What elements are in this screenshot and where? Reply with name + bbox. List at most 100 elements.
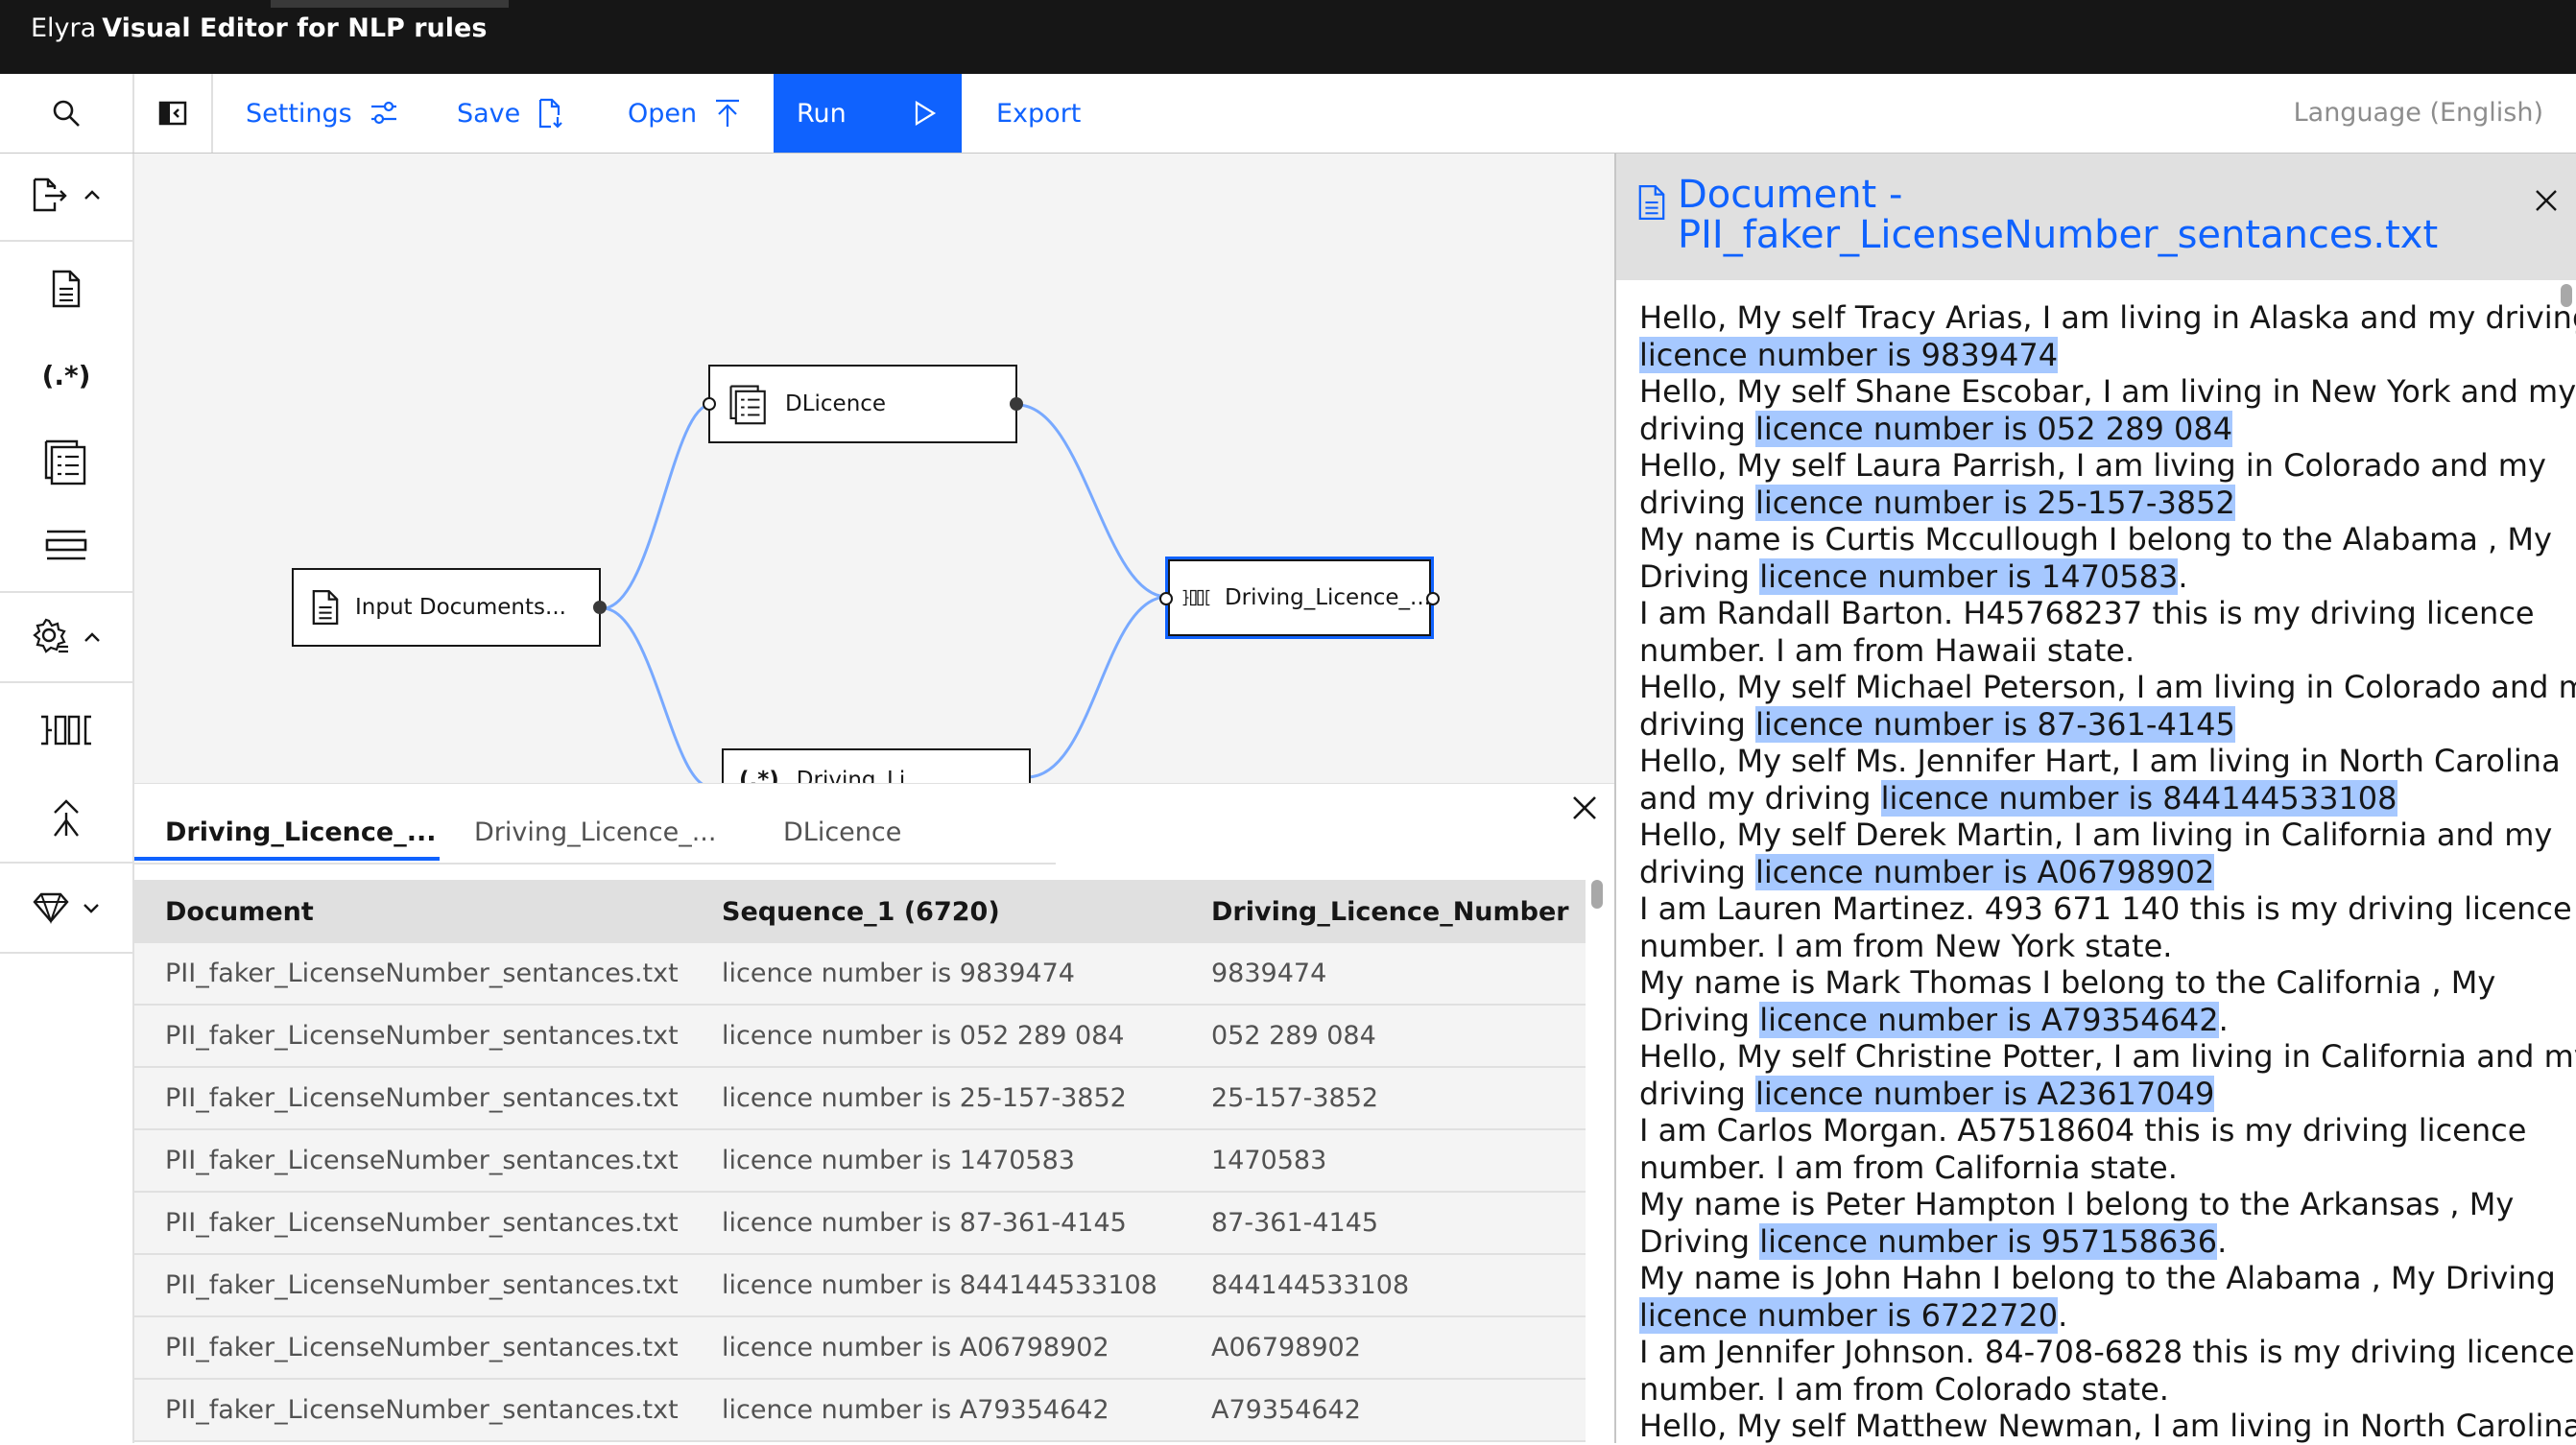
- document-text-span: My name is Curtis Mccullough I belong to…: [1639, 521, 2552, 557]
- search-button[interactable]: [0, 74, 134, 153]
- scrollbar[interactable]: [1591, 880, 1603, 909]
- document-line: Driving licence number is A79354642.: [1639, 1001, 2541, 1039]
- table-cell: A06798902: [1211, 1316, 1586, 1380]
- table-row[interactable]: PII_faker_LicenseNumber_sentances.txt lic…: [134, 1067, 1586, 1130]
- brand-prefix: Elyra: [31, 13, 97, 43]
- input-port[interactable]: [1159, 592, 1173, 605]
- settings-button[interactable]: Settings: [246, 74, 398, 153]
- document-line: Hello, My self Derek Martin, I am living…: [1639, 817, 2552, 854]
- node-driving-licence-sequence[interactable]: Driving_Licence_...: [1159, 557, 1440, 639]
- save-label: Save: [457, 98, 521, 129]
- table-cell: 1470583: [1211, 1129, 1586, 1193]
- table-cell: licence number is 844144533108: [722, 1254, 1211, 1317]
- document-line: My name is Mark Thomas I belong to the C…: [1639, 964, 2541, 1002]
- palette-group-export-toggle[interactable]: [0, 865, 132, 950]
- table-cell: PII_faker_LicenseNumber_sentances.txt: [134, 1005, 722, 1068]
- output-port[interactable]: [1010, 397, 1023, 411]
- highlighted-match: licence number is 87-361-4145: [1754, 705, 2235, 743]
- document-text-span: number. I am from Colorado state.: [1639, 1370, 2169, 1408]
- regex-icon: (.*): [41, 359, 91, 391]
- document-line: driving licence number is 25-157-3852: [1639, 484, 2541, 522]
- document-line: driving licence number is 87-361-4145: [1639, 705, 2541, 744]
- open-button[interactable]: Open: [628, 74, 741, 153]
- node-input-documents[interactable]: Input Documents...: [292, 568, 607, 647]
- document-text-span: I am Jennifer Johnson. 84-708-6828 this …: [1639, 1334, 2575, 1370]
- highlighted-match: licence number is 844144533108: [1880, 779, 2397, 817]
- regex-icon: (.*): [739, 768, 779, 783]
- palette-divider: [0, 862, 132, 864]
- document-header: Document - PII_faker_LicenseNumber_senta…: [1616, 154, 2576, 280]
- tab-driving-licence-2[interactable]: Driving_Licence_...: [474, 803, 716, 863]
- table-cell: licence number is 1470583: [722, 1129, 1211, 1193]
- node-dlicence[interactable]: DLicence: [703, 365, 1023, 443]
- node-driving-licence-regex[interactable]: (.*) Driving_Li...: [722, 748, 1031, 783]
- node-links: [602, 403, 1168, 783]
- language-selector[interactable]: Language (English): [2294, 74, 2543, 153]
- table-row[interactable]: PII_faker_LicenseNumber_sentances.txt lic…: [134, 1316, 1586, 1380]
- document-text-span: .: [2178, 557, 2188, 595]
- output-port[interactable]: [593, 601, 607, 614]
- document-line: and my driving licence number is 8441445…: [1639, 779, 2541, 817]
- dictionary-icon: [44, 439, 86, 486]
- document-text-span: .: [2217, 1222, 2228, 1260]
- table-cell: licence number is 87-361-4145: [722, 1192, 1211, 1255]
- table-cell: licence number is 052 289 084: [722, 1005, 1211, 1068]
- document-line: Hello, My self Laura Parrish, I am livin…: [1639, 447, 2546, 485]
- palette-toggle-button[interactable]: [134, 74, 213, 153]
- close-results-button[interactable]: [1570, 794, 1599, 822]
- output-port[interactable]: [1426, 592, 1440, 605]
- chevron-down-icon: [83, 904, 99, 913]
- palette-item-sequence[interactable]: [0, 687, 132, 773]
- table-cell: 25-157-3852: [1211, 1067, 1586, 1130]
- table-row[interactable]: PII_faker_LicenseNumber_sentances.txt lic…: [134, 1254, 1586, 1317]
- table-row[interactable]: PII_faker_LicenseNumber_sentances.txt lic…: [134, 1379, 1586, 1442]
- open-label: Open: [628, 98, 698, 129]
- document-line: My name is John Hahn I belong to the Ala…: [1639, 1260, 2556, 1297]
- tab-driving-licence-1[interactable]: Driving_Licence_...: [134, 803, 440, 861]
- close-document-button[interactable]: [2534, 188, 2559, 213]
- document-text-span: Hello, My self Matthew Newman, I am livi…: [1639, 1408, 2576, 1444]
- document-text-span: Hello, My self Shane Escobar, I am livin…: [1639, 373, 2576, 410]
- document-line: I am Carlos Morgan. A57518604 this is my…: [1639, 1112, 2541, 1149]
- app-name: Visual Editor for NLP rules: [102, 13, 488, 43]
- palette-item-regex[interactable]: (.*): [0, 332, 132, 418]
- export-button[interactable]: Export: [996, 74, 1081, 153]
- highlighted-match: licence number is 6722720: [1639, 1296, 2059, 1334]
- column-header[interactable]: Document: [134, 880, 722, 943]
- palette-group-input-toggle[interactable]: [0, 154, 132, 236]
- table-row[interactable]: PII_faker_LicenseNumber_sentances.txt lic…: [134, 943, 1586, 1006]
- document-text-span: Hello, My self Derek Martin, I am living…: [1639, 817, 2553, 853]
- chevron-up-icon: [84, 190, 100, 200]
- table-cell: licence number is A79354642: [722, 1379, 1211, 1442]
- search-icon: [53, 100, 80, 127]
- table-row[interactable]: PII_faker_LicenseNumber_sentances.txt lic…: [134, 1005, 1586, 1068]
- palette-item-union[interactable]: [0, 773, 132, 860]
- palette-divider: [0, 681, 132, 683]
- tab-dlicence[interactable]: DLicence: [783, 803, 901, 863]
- close-icon: [2536, 190, 2557, 211]
- table-row[interactable]: PII_faker_LicenseNumber_sentances.txt lic…: [134, 1129, 1586, 1193]
- document-text-span: .: [2218, 1001, 2229, 1038]
- column-header[interactable]: Driving_Licence_Number: [1211, 880, 1586, 943]
- app-title: Elyra Visual Editor for NLP rules: [31, 0, 487, 58]
- save-button[interactable]: Save: [457, 74, 564, 153]
- run-button[interactable]: Run: [774, 74, 962, 153]
- close-icon: [1573, 796, 1596, 819]
- palette-item-dictionary[interactable]: [0, 418, 132, 505]
- palette-group-refine-toggle[interactable]: [0, 595, 132, 679]
- document-line: number. I am from Colorado state.: [1639, 1371, 2541, 1409]
- column-header[interactable]: Sequence_1 (6720): [722, 880, 1211, 943]
- document-line: driving licence number is A23617049: [1639, 1075, 2541, 1113]
- document-line: I am Randall Barton. H45768237 this is m…: [1639, 595, 2541, 632]
- document-text-span: Hello, My self Tracy Arias, I am living …: [1639, 299, 2576, 336]
- input-port[interactable]: [703, 397, 716, 411]
- document-text-span: I am Randall Barton. H45768237 this is m…: [1639, 595, 2535, 631]
- palette-item-document[interactable]: [0, 246, 132, 332]
- flow-canvas[interactable]: Input Documents... DLicence Driving_Lice…: [134, 154, 1614, 783]
- palette-item-list[interactable]: [0, 505, 132, 585]
- table-cell: licence number is 9839474: [722, 943, 1211, 1006]
- table-row[interactable]: PII_faker_LicenseNumber_sentances.txt lic…: [134, 1192, 1586, 1255]
- table-cell: 052 289 084: [1211, 1005, 1586, 1068]
- table-cell: A79354642: [1211, 1379, 1586, 1442]
- union-icon: [54, 799, 79, 837]
